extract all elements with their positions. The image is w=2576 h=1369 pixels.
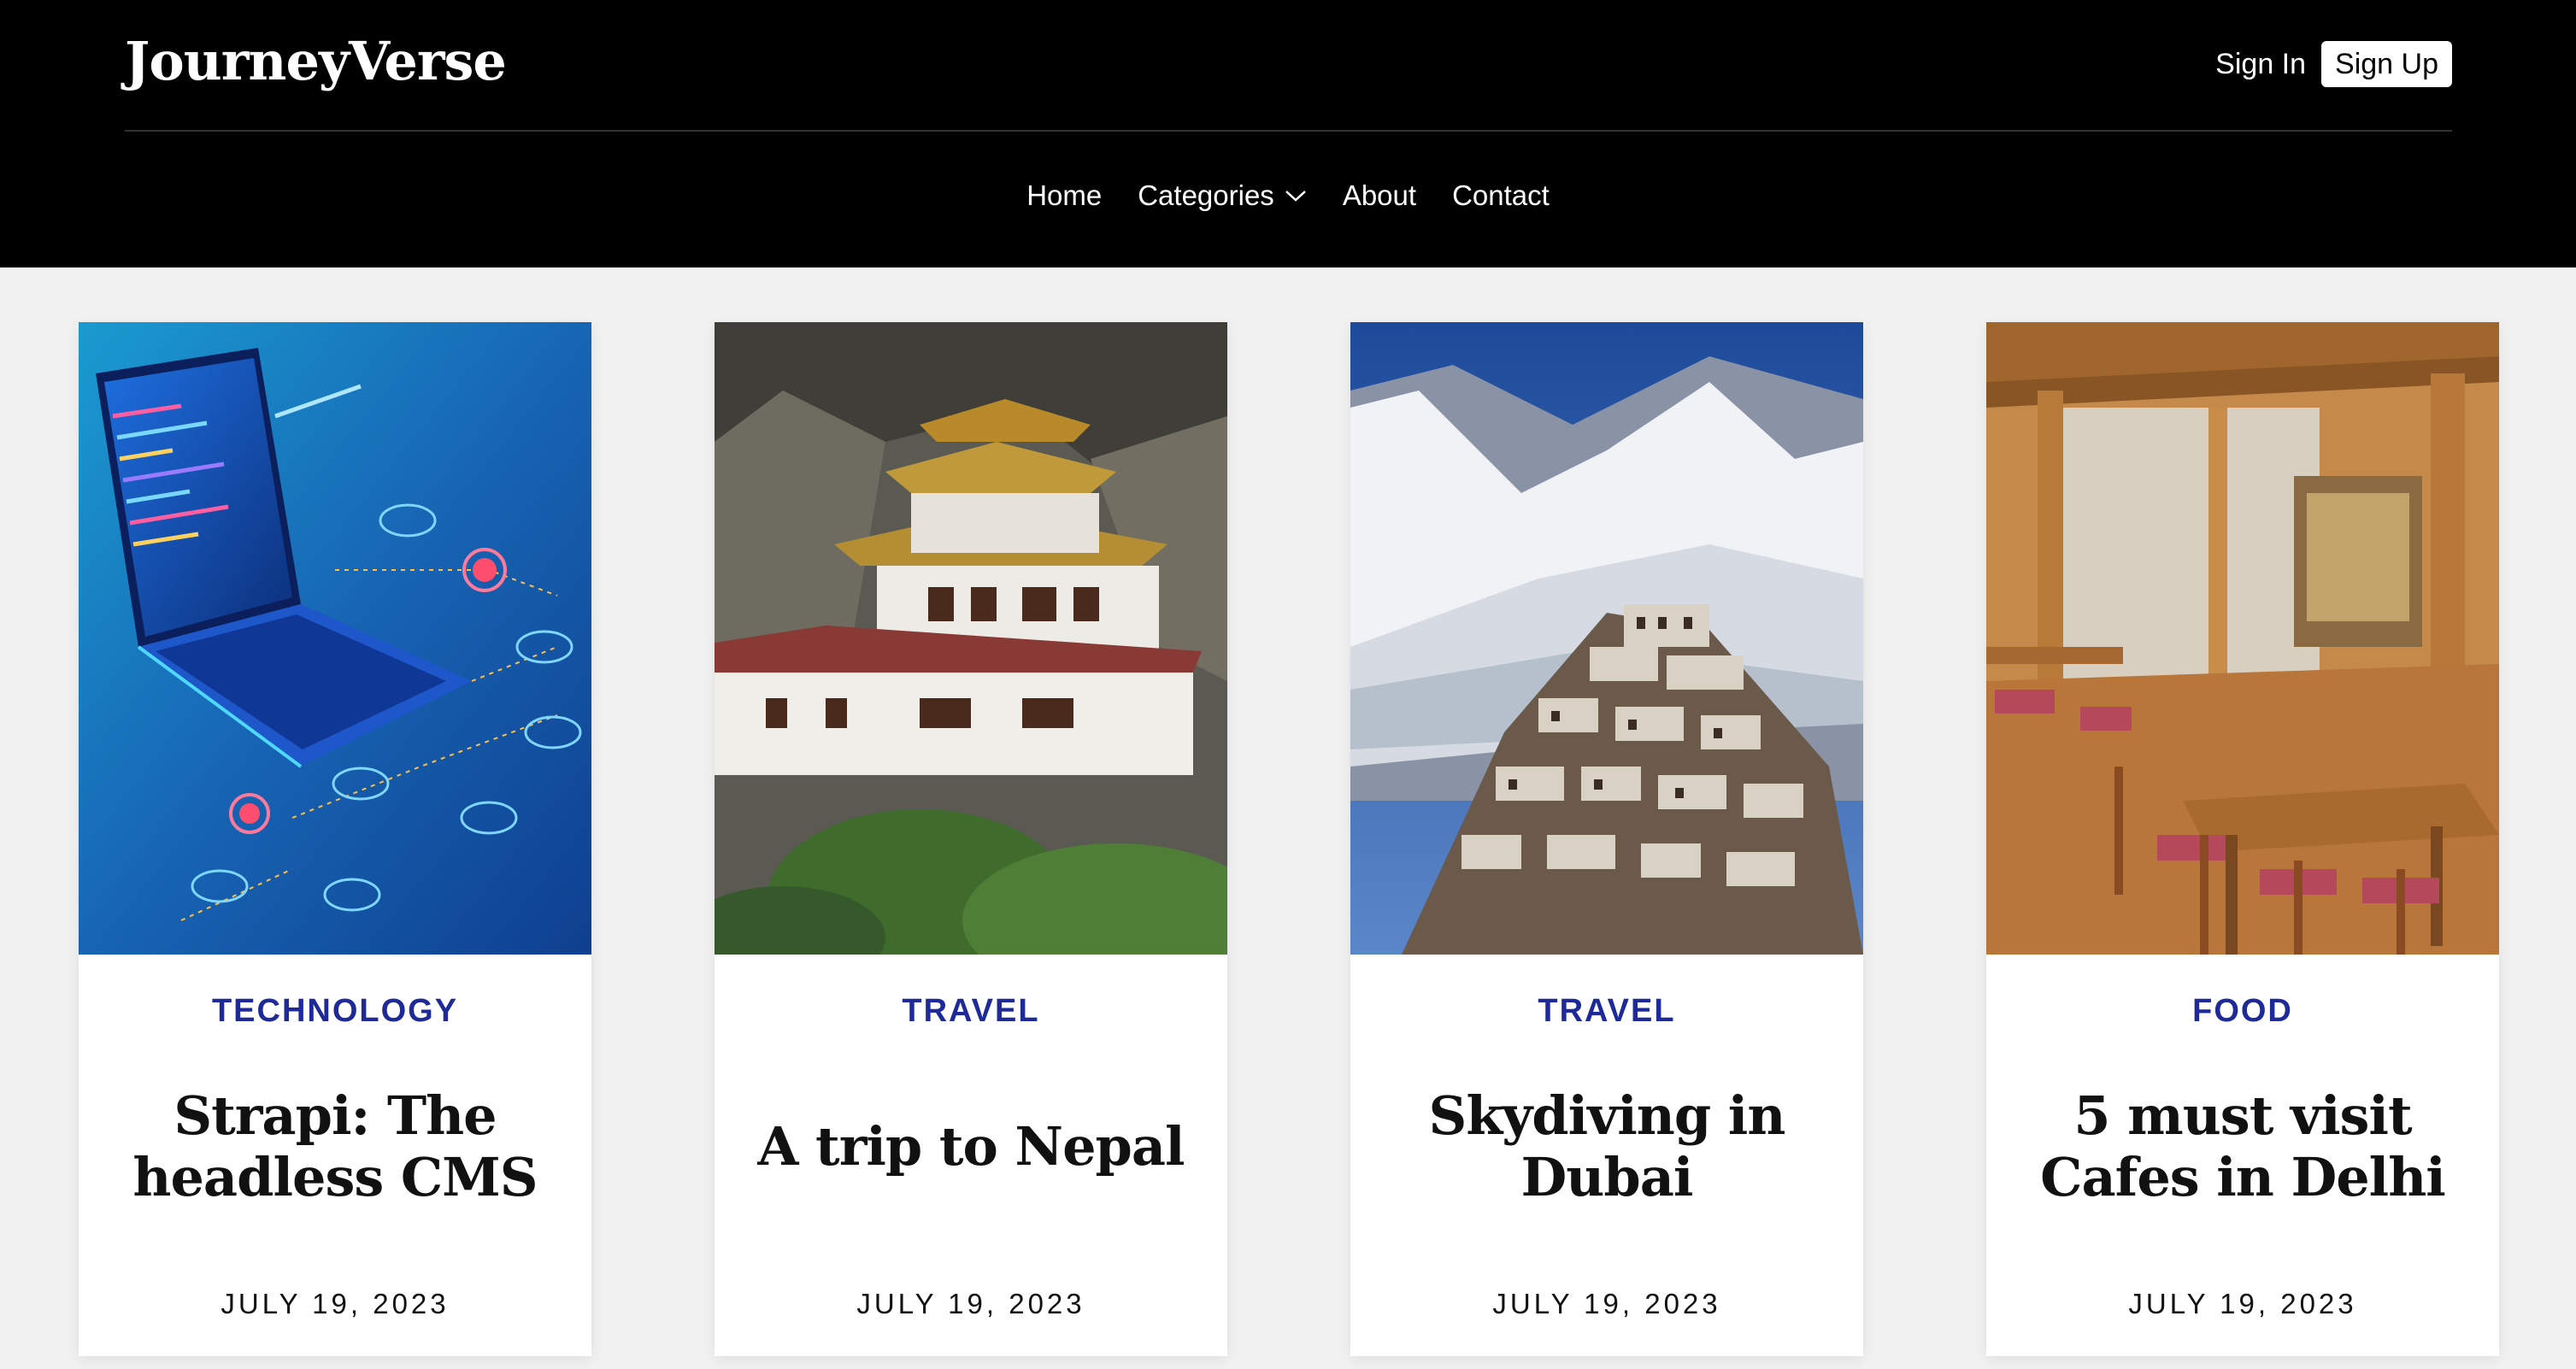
sign-in-link[interactable]: Sign In [2215, 41, 2306, 87]
article-title[interactable]: 5 must visit Cafes in Delhi [2012, 1074, 2473, 1219]
sign-up-button[interactable]: Sign Up [2321, 41, 2452, 87]
site-header: JourneyVerse Sign In Sign Up Home Catego… [0, 0, 2576, 267]
article-grid: TECHNOLOGY Strapi: The headless CMS JULY… [79, 322, 2499, 1369]
article-date: JULY 19, 2023 [1492, 1288, 1721, 1319]
article-date: JULY 19, 2023 [2128, 1288, 2357, 1319]
auth-actions: Sign In Sign Up [2215, 41, 2452, 87]
nav-item-label: Contact [1452, 179, 1550, 211]
article-image-mountain-village[interactable] [1350, 322, 1863, 955]
article-category[interactable]: TRAVEL [1350, 993, 1863, 1030]
nav-item-contact[interactable]: Contact [1452, 179, 1550, 212]
article-date: JULY 19, 2023 [221, 1288, 450, 1319]
nav-item-label: Categories [1138, 179, 1274, 211]
article-title[interactable]: Strapi: The headless CMS [104, 1074, 566, 1219]
article-card[interactable]: TRAVEL A trip to Nepal JULY 19, 2023 [715, 322, 1227, 1356]
nav-item-categories[interactable]: Categories [1138, 179, 1307, 212]
chevron-down-icon [1285, 189, 1307, 203]
article-card[interactable]: TRAVEL Skydiving in Dubai JULY 19, 2023 [1350, 322, 1863, 1356]
nav-item-about[interactable]: About [1343, 179, 1416, 212]
header-divider [125, 130, 2452, 132]
article-category[interactable]: FOOD [1986, 993, 2499, 1030]
article-date: JULY 19, 2023 [856, 1288, 1085, 1319]
article-image-cafe[interactable] [1986, 322, 2499, 955]
nav-item-label: Home [1026, 179, 1103, 211]
article-category[interactable]: TRAVEL [715, 993, 1227, 1030]
article-title[interactable]: Skydiving in Dubai [1376, 1074, 1838, 1219]
nav-item-label: About [1342, 179, 1417, 211]
article-category[interactable]: TECHNOLOGY [79, 993, 591, 1030]
article-image-laptop[interactable] [79, 322, 591, 955]
brand-logo[interactable]: JourneyVerse [125, 32, 507, 91]
article-card[interactable]: FOOD 5 must visit Cafes in Delhi JULY 19… [1986, 322, 2499, 1356]
main-nav: Home Categories About Contact [0, 179, 2576, 212]
nav-item-home[interactable]: Home [1026, 179, 1102, 212]
article-image-monastery[interactable] [715, 322, 1227, 955]
article-card[interactable]: TECHNOLOGY Strapi: The headless CMS JULY… [79, 322, 591, 1356]
article-title[interactable]: A trip to Nepal [740, 1074, 1202, 1219]
